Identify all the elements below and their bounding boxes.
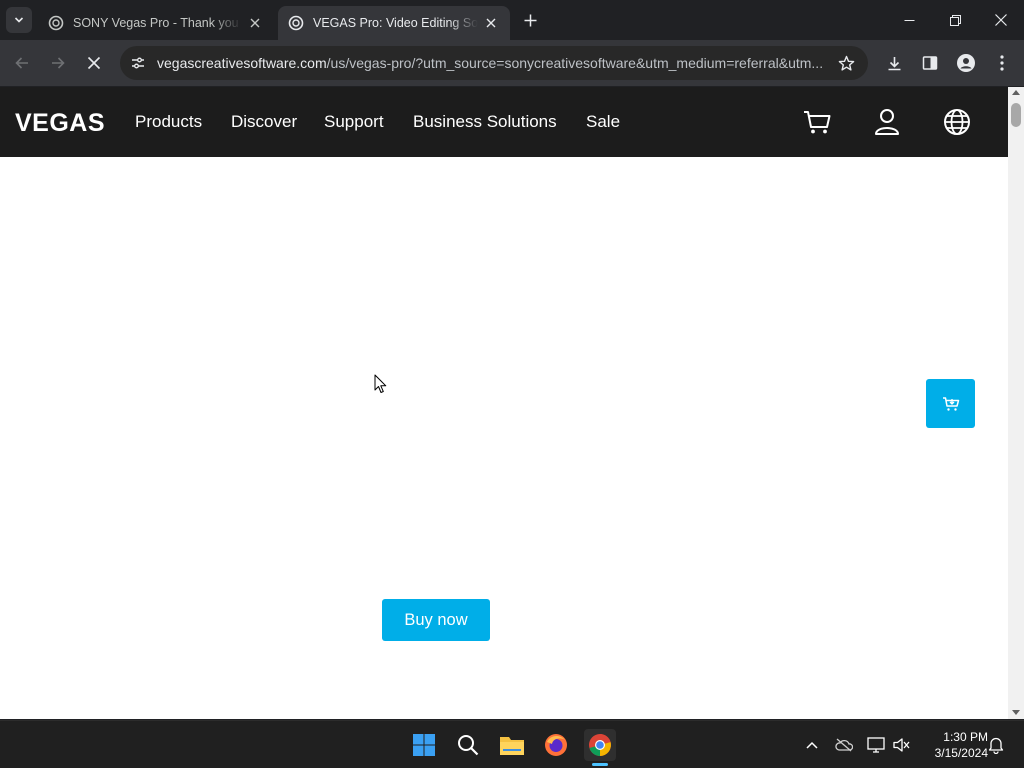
close-window-button[interactable]: [978, 0, 1024, 40]
tab-title: VEGAS Pro: Video Editing Softw: [313, 16, 478, 30]
active-app-indicator: [592, 763, 608, 766]
scroll-up-arrow-icon[interactable]: [1012, 90, 1020, 95]
cart-icon[interactable]: [802, 107, 832, 137]
nav-sale[interactable]: Sale: [586, 112, 620, 132]
downloads-button[interactable]: [880, 49, 908, 77]
close-tab-icon[interactable]: [482, 14, 500, 32]
menu-button[interactable]: [988, 49, 1016, 77]
plus-icon: [524, 14, 536, 26]
address-bar[interactable]: vegascreativesoftware.com/us/vegas-pro/?…: [120, 46, 868, 80]
browser-tab-strip: SONY Vegas Pro - Thank you fo VEGAS Pro:…: [0, 0, 1024, 40]
restore-icon: [949, 14, 961, 26]
arrow-left-icon: [15, 57, 28, 69]
globe-icon[interactable]: [942, 107, 972, 137]
volume-muted-icon[interactable]: [892, 735, 912, 755]
arrow-right-icon: [52, 57, 65, 69]
scrollbar-thumb[interactable]: [1011, 103, 1021, 127]
nav-support[interactable]: Support: [324, 112, 384, 132]
onedrive-offline-icon[interactable]: [834, 735, 854, 755]
chrome-icon[interactable]: [584, 729, 616, 761]
floating-cart-button[interactable]: [926, 379, 975, 428]
bookmark-star-icon[interactable]: [836, 53, 856, 73]
download-icon: [888, 56, 900, 70]
clock-date: 3/15/2024: [934, 746, 988, 760]
cart-download-icon: [942, 396, 959, 411]
page-scrollbar[interactable]: [1008, 87, 1024, 719]
minimize-button[interactable]: [886, 0, 932, 40]
notification-bell-icon[interactable]: [986, 735, 1006, 755]
mouse-cursor-icon: [374, 374, 387, 393]
tab-sony-vegas[interactable]: SONY Vegas Pro - Thank you fo: [38, 6, 274, 40]
clock-time: 1:30 PM: [943, 730, 988, 744]
vegas-favicon-icon: [288, 15, 304, 31]
tab-vegas-pro[interactable]: VEGAS Pro: Video Editing Softw: [278, 6, 510, 40]
nav-discover[interactable]: Discover: [231, 112, 297, 132]
vegas-logo[interactable]: VEGAS: [15, 109, 105, 138]
file-explorer-icon[interactable]: [496, 729, 528, 761]
stop-loading-button[interactable]: [80, 49, 108, 77]
profile-button[interactable]: [952, 49, 980, 77]
close-icon: [995, 14, 1007, 26]
windows-taskbar: 1:30 PM 3/15/2024: [0, 720, 1024, 768]
url-path: /us/vegas-pro/?utm_source=sonycreativeso…: [326, 55, 824, 71]
scroll-down-arrow-icon[interactable]: [1012, 710, 1020, 715]
chevron-down-icon: [14, 17, 24, 23]
page-viewport: VEGAS Products Discover Support Business…: [0, 87, 1008, 719]
buy-now-button[interactable]: Buy now: [382, 599, 490, 641]
close-tab-icon[interactable]: [246, 14, 264, 32]
kebab-menu-icon: [1000, 55, 1004, 71]
side-panel-button[interactable]: [916, 49, 944, 77]
close-icon: [87, 56, 101, 70]
vegas-favicon-icon: [48, 15, 64, 31]
url-host: vegascreativesoftware.com: [157, 55, 327, 71]
nav-business-solutions[interactable]: Business Solutions: [413, 112, 557, 132]
site-header: VEGAS Products Discover Support Business…: [0, 87, 1008, 157]
firefox-icon[interactable]: [540, 729, 572, 761]
url-text: vegascreativesoftware.com/us/vegas-pro/?…: [157, 55, 825, 71]
tab-title: SONY Vegas Pro - Thank you fo: [73, 16, 242, 30]
side-panel-icon: [922, 56, 938, 70]
nav-products[interactable]: Products: [135, 112, 202, 132]
site-settings-icon[interactable]: [128, 53, 148, 73]
tab-search-button[interactable]: [6, 7, 32, 33]
forward-button[interactable]: [44, 49, 72, 77]
new-tab-button[interactable]: [518, 8, 542, 32]
minimize-icon: [904, 19, 914, 21]
browser-toolbar: vegascreativesoftware.com/us/vegas-pro/?…: [0, 40, 1024, 86]
account-icon[interactable]: [872, 107, 902, 137]
account-circle-icon: [957, 54, 975, 72]
search-icon[interactable]: [452, 729, 484, 761]
restore-button[interactable]: [932, 0, 978, 40]
network-icon[interactable]: [866, 735, 886, 755]
system-clock[interactable]: 1:30 PM 3/15/2024: [918, 729, 988, 761]
chevron-up-icon[interactable]: [802, 735, 822, 755]
back-button[interactable]: [8, 49, 36, 77]
windows-start-icon[interactable]: [408, 729, 440, 761]
